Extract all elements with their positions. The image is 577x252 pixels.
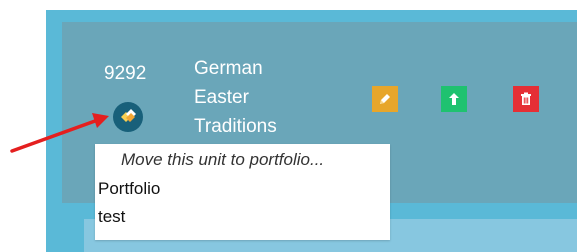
unit-title-line-2: Easter <box>194 87 249 108</box>
unit-id: 9292 <box>104 63 147 84</box>
stage: 9292 German Easter Traditions Move this … <box>0 0 577 252</box>
delete-button[interactable] <box>513 86 539 112</box>
upload-button[interactable] <box>441 86 467 112</box>
trash-icon <box>521 92 531 105</box>
edit-button[interactable] <box>372 86 398 112</box>
move-unit-icon <box>121 109 136 122</box>
dropdown-header: Move this unit to portfolio... <box>121 150 325 169</box>
move-unit-dropdown: Move this unit to portfolio... Portfolio… <box>95 144 390 240</box>
dropdown-option-portfolio[interactable]: Portfolio <box>98 179 383 199</box>
move-unit-button[interactable] <box>113 102 143 132</box>
unit-title-line-3: Traditions <box>194 116 277 137</box>
unit-title: German Easter Traditions <box>194 54 314 141</box>
unit-title-line-1: German <box>194 58 263 79</box>
dropdown-option-test[interactable]: test <box>98 207 383 227</box>
pencil-icon <box>380 94 390 104</box>
arrow-up-icon <box>449 93 459 105</box>
